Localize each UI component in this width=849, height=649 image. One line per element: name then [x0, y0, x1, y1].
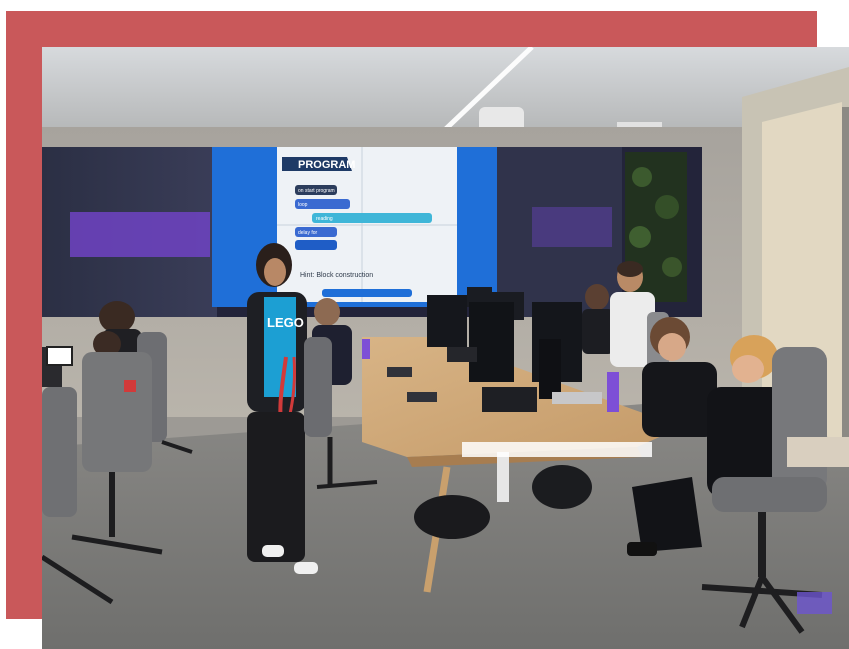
- block-label-reading: reading: [316, 216, 333, 222]
- screen-program-title: PROGRAM: [298, 159, 355, 171]
- photo-scene: PROGRAM on start program loop reading de…: [42, 47, 849, 649]
- block-label-loop: loop: [298, 202, 308, 208]
- screen-hint-text: Hint: Block construction: [300, 272, 373, 279]
- classroom-photo: PROGRAM on start program loop reading de…: [42, 47, 849, 649]
- shirt-logo-text: LEGO: [267, 315, 304, 330]
- block-label-start: on start program: [298, 188, 335, 194]
- block-label-delay: delay for: [298, 230, 318, 236]
